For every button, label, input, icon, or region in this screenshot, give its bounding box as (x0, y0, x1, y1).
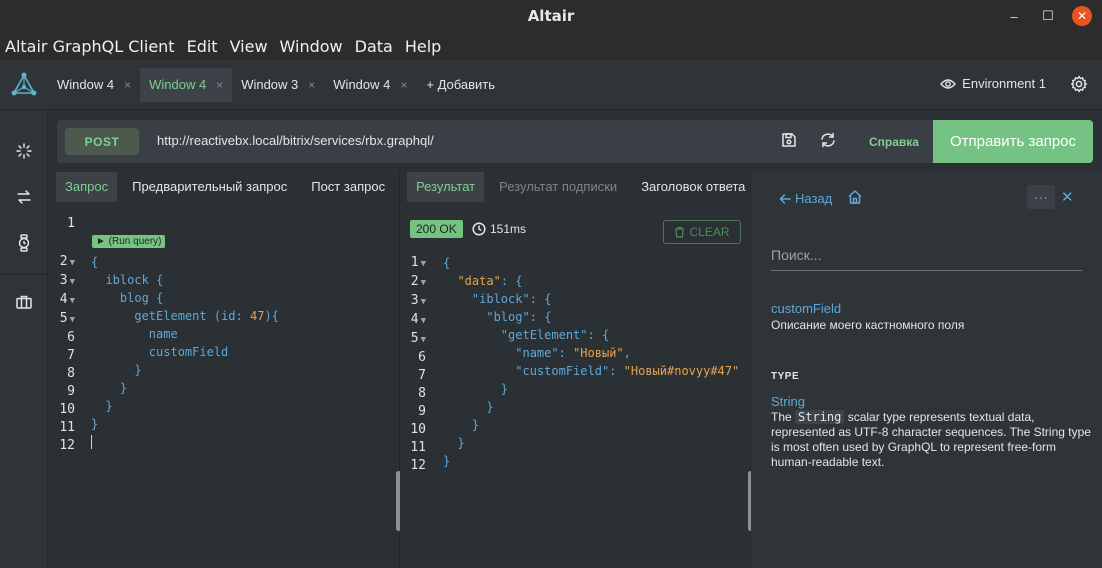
swap-arrows-icon[interactable] (0, 174, 47, 220)
arrow-left-icon (779, 193, 791, 204)
result-subtabs: Результат Результат подписки Заголовок о… (400, 171, 750, 203)
menu-bar: Altair GraphQL Client Edit View Window D… (0, 32, 1102, 60)
window-tab-label: Window 4 (333, 77, 391, 92)
request-bar: POST http://reactivebx.local/bitrix/serv… (49, 111, 1102, 171)
menu-window[interactable]: Window (280, 37, 343, 56)
type-description: The String scalar type represents textua… (771, 410, 1091, 469)
query-editor[interactable]: { iblock { blog { getElement (id: 47){ n… (91, 253, 279, 451)
environment-selector[interactable]: Environment 1 (940, 76, 1046, 91)
title-bar: Altair – ☐ ✕ (0, 0, 1102, 32)
tab-result[interactable]: Результат (407, 171, 485, 202)
field-name-link[interactable]: customField (771, 301, 841, 316)
minimize-icon[interactable]: – (1004, 6, 1024, 26)
add-window-button[interactable]: + Добавить (426, 77, 495, 92)
query-subtabs: Запрос Предварительный запрос Пост запро… (49, 171, 399, 203)
type-heading: TYPE (771, 371, 800, 382)
settings-gear-icon[interactable] (1070, 75, 1088, 98)
tab-query[interactable]: Запрос (56, 171, 118, 202)
eye-icon (940, 78, 957, 89)
response-time: 151ms (472, 222, 526, 236)
send-request-button[interactable]: Отправить запрос (933, 120, 1093, 163)
docs-search-input[interactable]: Поиск... (771, 247, 1082, 271)
url-input[interactable]: http://reactivebx.local/bitrix/services/… (157, 133, 434, 148)
trash-icon (675, 226, 685, 238)
menu-data[interactable]: Data (355, 37, 393, 56)
result-line-numbers: 1 ▼ 2 ▼ 3 ▼ 4 ▼ 5 ▼ 6 7 8 9 10 11 12 (410, 255, 426, 473)
menu-help[interactable]: Help (405, 37, 441, 56)
save-icon[interactable] (781, 132, 797, 153)
window-tab-active[interactable]: Window 4 × (140, 67, 233, 102)
clear-result-button[interactable]: CLEAR (663, 220, 741, 244)
tab-response-headers[interactable]: Заголовок ответа (632, 172, 750, 202)
tab-post-request[interactable]: Пост запрос (302, 172, 394, 202)
tab-subscription-result[interactable]: Результат подписки (490, 172, 626, 202)
menu-edit[interactable]: Edit (187, 37, 218, 56)
tab-pre-request[interactable]: Предварительный запрос (123, 172, 296, 202)
response-time-label: 151ms (490, 222, 527, 236)
result-viewer: { "data": { "iblock": { "blog": { "getEl… (443, 256, 740, 468)
docs-pane: Назад ··· ✕ Поиск... customField Описани… (751, 171, 1102, 568)
loading-spinner-icon[interactable] (0, 128, 47, 174)
docs-close-icon[interactable]: ✕ (1061, 188, 1074, 206)
window-tab-bar: Window 4 × Window 4 × Window 3 × Window … (0, 60, 1102, 110)
result-pane: Результат Результат подписки Заголовок о… (400, 171, 753, 568)
close-tab-icon[interactable]: × (124, 78, 131, 92)
window-tab[interactable]: Window 4 × (324, 68, 416, 102)
status-badge: 200 OK (410, 220, 463, 238)
clock-icon (472, 222, 486, 236)
window-tab-label: Window 4 (149, 77, 207, 92)
http-method-select[interactable]: POST (65, 128, 139, 155)
environment-label: Environment 1 (962, 76, 1046, 91)
close-window-icon[interactable]: ✕ (1072, 6, 1092, 26)
window-tab[interactable]: Window 3 × (232, 68, 324, 102)
close-tab-icon[interactable]: × (216, 78, 223, 92)
type-code: String (795, 410, 845, 424)
window-tab-label: Window 3 (241, 77, 299, 92)
clear-label: CLEAR (689, 225, 730, 239)
run-query-button[interactable]: ► (Run query) (92, 235, 166, 248)
docs-back-label: Назад (795, 191, 833, 206)
close-tab-icon[interactable]: × (308, 78, 315, 92)
field-description: Описание моего кастномного поля (771, 318, 965, 332)
window-tab[interactable]: Window 4 × (48, 68, 140, 102)
home-icon[interactable] (847, 189, 863, 210)
type-name-link[interactable]: String (771, 394, 805, 409)
menu-view[interactable]: View (230, 37, 268, 56)
menu-app[interactable]: Altair GraphQL Client (5, 37, 175, 56)
query-pane: Запрос Предварительный запрос Пост запро… (49, 171, 401, 568)
window-controls: – ☐ ✕ (1004, 6, 1092, 26)
help-link[interactable]: Справка (869, 135, 919, 149)
docs-more-button[interactable]: ··· (1027, 185, 1055, 209)
query-line-numbers: 1 2 ▼ 3 ▼ 4 ▼ 5 ▼ 6 7 8 9 10 11 12 (59, 216, 75, 453)
url-box: POST http://reactivebx.local/bitrix/serv… (57, 120, 1093, 163)
altair-logo-icon (0, 72, 48, 98)
docs-back-button[interactable]: Назад (779, 191, 832, 206)
maximize-icon[interactable]: ☐ (1038, 6, 1058, 26)
window-tab-label: Window 4 (57, 77, 115, 92)
window-title: Altair (527, 7, 575, 25)
refresh-icon[interactable] (819, 132, 837, 153)
close-tab-icon[interactable]: × (400, 78, 407, 92)
